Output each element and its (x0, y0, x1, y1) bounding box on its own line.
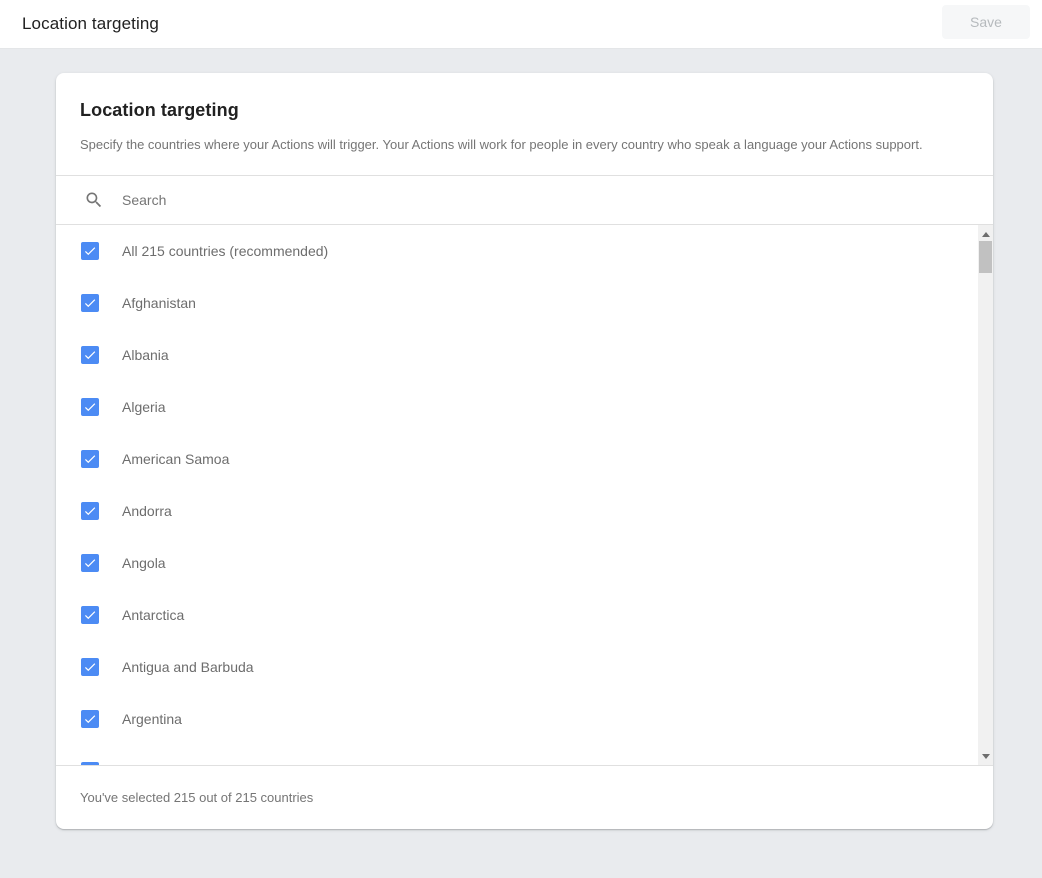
country-list-wrap: All 215 countries (recommended) Afghanist… (56, 225, 993, 765)
location-targeting-card: Location targeting Specify the countries… (56, 73, 993, 829)
save-button[interactable]: Save (942, 5, 1030, 39)
checkbox-checked[interactable] (81, 294, 99, 312)
country-row: Algeria (56, 381, 978, 433)
checkbox-checked[interactable] (81, 450, 99, 468)
checkbox-checked[interactable] (81, 710, 99, 728)
scroll-up-icon[interactable] (978, 227, 993, 241)
checkbox-checked[interactable] (81, 554, 99, 572)
country-row: Antarctica (56, 589, 978, 641)
country-row: American Samoa (56, 433, 978, 485)
checkbox-checked[interactable] (81, 502, 99, 520)
scrollbar-thumb[interactable] (979, 241, 992, 273)
search-bar (56, 175, 993, 225)
country-label[interactable]: Angola (122, 555, 166, 571)
card-title: Location targeting (80, 100, 969, 121)
country-row: Angola (56, 537, 978, 589)
checkbox-checked[interactable] (81, 658, 99, 676)
topbar: Location targeting Save (0, 0, 1042, 49)
checkbox-checked[interactable] (81, 762, 99, 765)
selection-summary: You've selected 215 out of 215 countries (56, 765, 993, 829)
country-label[interactable]: Albania (122, 347, 169, 363)
checkbox-checked[interactable] (81, 606, 99, 624)
card-description: Specify the countries where your Actions… (80, 135, 960, 155)
country-label[interactable]: Algeria (122, 399, 166, 415)
country-label[interactable]: Antarctica (122, 607, 184, 623)
main-content: Location targeting Specify the countries… (0, 73, 1042, 829)
country-row: Albania (56, 329, 978, 381)
country-label[interactable]: Argentina (122, 711, 182, 727)
country-label[interactable]: All 215 countries (recommended) (122, 243, 328, 259)
checkbox-checked[interactable] (81, 346, 99, 364)
country-row: Afghanistan (56, 277, 978, 329)
checkbox-checked[interactable] (81, 242, 99, 260)
country-row (56, 745, 978, 765)
country-row: Antigua and Barbuda (56, 641, 978, 693)
scroll-down-icon[interactable] (978, 749, 993, 763)
scrollbar[interactable] (978, 225, 993, 765)
country-label[interactable]: Andorra (122, 503, 172, 519)
checkbox-checked[interactable] (81, 398, 99, 416)
country-row: Andorra (56, 485, 978, 537)
country-row: Argentina (56, 693, 978, 745)
card-header: Location targeting Specify the countries… (56, 73, 993, 175)
search-icon (84, 190, 104, 210)
country-list: All 215 countries (recommended) Afghanist… (56, 225, 993, 765)
search-input[interactable] (122, 192, 993, 208)
country-label[interactable]: Afghanistan (122, 295, 196, 311)
country-label[interactable]: American Samoa (122, 451, 229, 467)
page-title: Location targeting (22, 14, 159, 34)
country-row: All 215 countries (recommended) (56, 225, 978, 277)
country-label[interactable]: Antigua and Barbuda (122, 659, 254, 675)
